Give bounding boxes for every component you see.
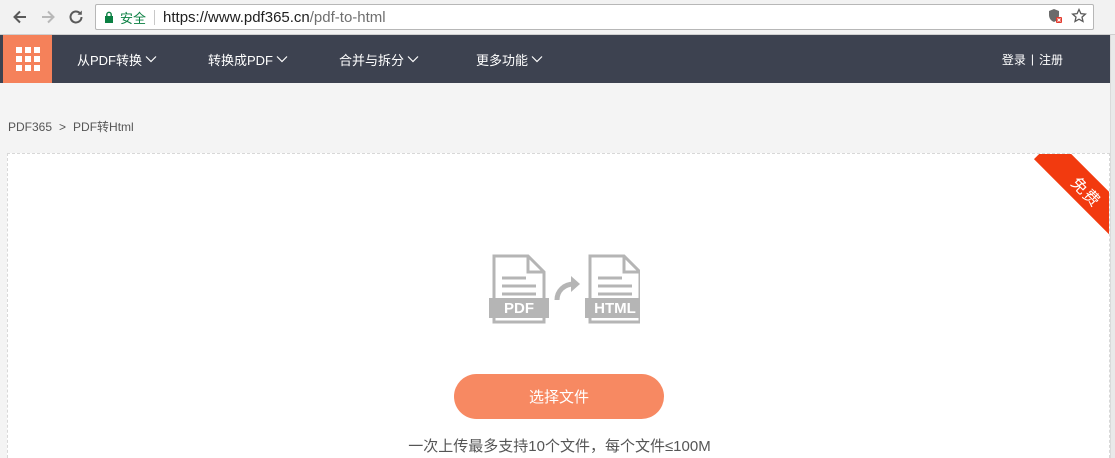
menu-from-pdf[interactable]: 从PDF转换: [77, 35, 157, 83]
url-path: /pdf-to-html: [309, 8, 386, 26]
html-document-icon: HTML: [585, 254, 640, 324]
reload-button[interactable]: [65, 6, 87, 28]
pdf-document-icon: PDF: [489, 254, 549, 324]
reload-icon: [69, 10, 83, 24]
back-arrow-icon: [13, 10, 26, 24]
chevron-down-icon: [531, 55, 543, 63]
back-button[interactable]: [9, 6, 31, 28]
menu-merge-split[interactable]: 合并与拆分: [339, 35, 419, 83]
menu-to-pdf[interactable]: 转换成PDF: [208, 35, 288, 83]
menu-label: 从PDF转换: [77, 52, 143, 68]
breadcrumb: PDF365 > PDF转Html: [8, 118, 134, 135]
free-ribbon: 免费: [1027, 154, 1109, 236]
scrollbar[interactable]: [1110, 35, 1115, 458]
auth-separator: |: [1030, 52, 1034, 66]
pdf-to-html-icon: PDF HTML: [489, 254, 640, 324]
site-header: 从PDF转换 转换成PDF 合并与拆分 更多功能 登录 | 注册: [0, 35, 1115, 83]
grid-icon: [15, 47, 40, 71]
menu-more-features[interactable]: 更多功能: [476, 35, 543, 83]
url-host: https://www.pdf365.cn: [163, 8, 310, 26]
free-ribbon-label: 免费: [1033, 154, 1109, 236]
chevron-down-icon: [276, 55, 288, 63]
choose-file-button[interactable]: 选择文件: [454, 374, 664, 419]
chevron-down-icon: [145, 55, 157, 63]
login-link[interactable]: 登录: [1002, 51, 1026, 68]
address-separator: [154, 9, 156, 25]
breadcrumb-current: PDF转Html: [73, 120, 134, 134]
source-format-label: PDF: [504, 300, 534, 317]
menu-label: 合并与拆分: [339, 52, 405, 68]
app-grid-button[interactable]: [3, 35, 52, 83]
chevron-down-icon: [407, 55, 419, 63]
menu-label: 转换成PDF: [208, 52, 274, 68]
address-bar[interactable]: 安全 https://www.pdf365.cn/pdf-to-html: [95, 4, 1094, 30]
lock-icon: [104, 11, 114, 23]
upload-panel[interactable]: 免费 PDF HTML 选择文件 一次上传最多支持10个文件，每个文件≤100M: [7, 153, 1110, 458]
breadcrumb-separator: >: [59, 119, 67, 134]
browser-toolbar: 安全 https://www.pdf365.cn/pdf-to-html: [0, 0, 1115, 35]
star-icon[interactable]: [1071, 7, 1087, 28]
breadcrumb-home[interactable]: PDF365: [8, 120, 52, 134]
forward-button[interactable]: [37, 6, 59, 28]
target-format-label: HTML: [594, 300, 636, 317]
secure-label: 安全: [120, 10, 147, 26]
auth-links: 登录 | 注册: [1002, 35, 1063, 83]
forward-arrow-icon: [42, 10, 55, 24]
menu-label: 更多功能: [476, 52, 529, 68]
register-link[interactable]: 注册: [1039, 51, 1063, 68]
convert-arrow-icon: [554, 276, 580, 301]
upload-hint: 一次上传最多支持10个文件，每个文件≤100M: [408, 438, 711, 455]
shield-blocked-icon[interactable]: [1047, 8, 1063, 28]
